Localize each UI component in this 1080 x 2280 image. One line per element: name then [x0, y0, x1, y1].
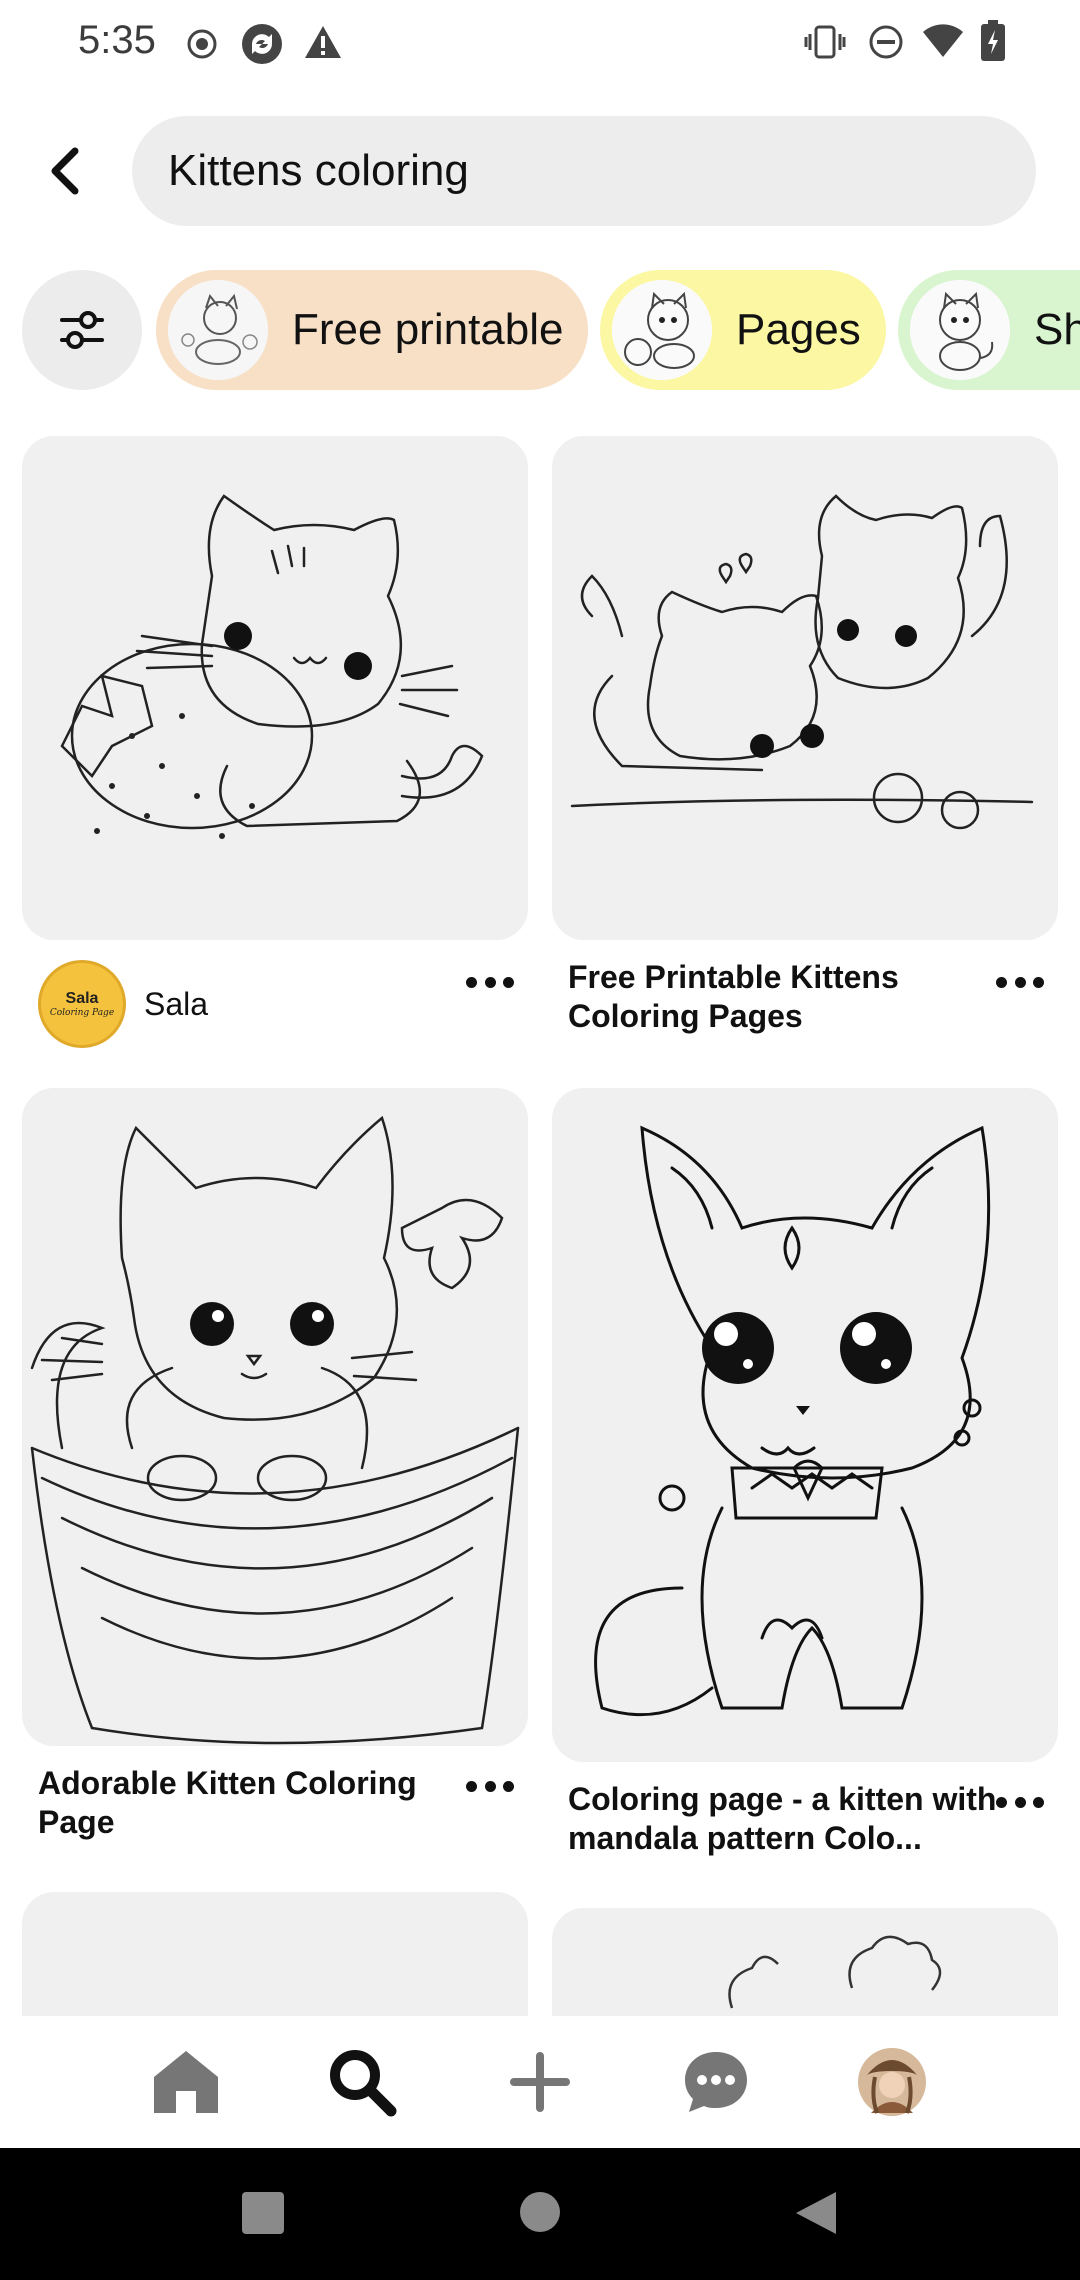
status-time: 5:35	[78, 18, 156, 62]
dot	[466, 976, 477, 988]
search-input[interactable]: Kittens coloring	[132, 116, 1036, 226]
battery-charging-icon	[980, 20, 1006, 67]
kitten-basket-illustration	[22, 1088, 528, 1746]
avatar-text: Sala	[65, 990, 99, 1007]
sync-icon	[240, 22, 284, 71]
author-avatar[interactable]: Sala Coloring Page	[38, 960, 126, 1048]
vibrate-icon	[804, 24, 846, 65]
back-triangle-icon	[796, 2192, 836, 2234]
two-kittens-illustration	[552, 436, 1058, 940]
dot	[1014, 1796, 1026, 1808]
more-options-button[interactable]	[460, 1766, 520, 1806]
chip-thumbnail	[612, 280, 712, 380]
chip-label: Free printable	[292, 305, 564, 354]
status-bar: 5:35	[0, 0, 1080, 88]
do-not-disturb-icon	[868, 24, 904, 65]
nav-messages[interactable]	[676, 2042, 756, 2122]
dot	[484, 1780, 496, 1792]
record-icon	[186, 28, 218, 65]
avatar-subtext: Coloring Page	[49, 1008, 115, 1018]
recents-button[interactable]	[242, 2192, 284, 2234]
chip-sh[interactable]: Sh	[898, 270, 1080, 390]
back-button[interactable]	[794, 2190, 838, 2236]
chip-label: Pages	[736, 305, 861, 354]
chevron-left-icon	[51, 147, 79, 195]
kitten-strawberry-illustration	[22, 436, 528, 940]
nav-home[interactable]	[146, 2042, 226, 2122]
nav-profile[interactable]	[852, 2042, 932, 2122]
warning-icon	[304, 24, 342, 65]
bottom-navigation	[0, 2016, 1080, 2148]
profile-avatar	[858, 2048, 926, 2116]
pin-title: Coloring page - a kitten with mandala pa…	[568, 1781, 997, 1856]
dot	[503, 976, 514, 988]
mandala-kitten-illustration	[552, 1088, 1058, 1762]
nav-search[interactable]	[322, 2042, 402, 2122]
create-icon	[510, 2052, 570, 2112]
sliders-icon	[60, 311, 104, 349]
home-icon	[154, 2051, 218, 2113]
pin-image-kitten-strawberry[interactable]	[22, 436, 528, 940]
dot	[996, 976, 1007, 988]
chip-label: Sh	[1034, 305, 1080, 354]
more-options-button[interactable]	[990, 962, 1050, 1002]
wifi-icon	[922, 24, 964, 63]
dot	[1014, 976, 1026, 988]
pin-title: Adorable Kitten Coloring Page	[38, 1765, 417, 1840]
search-icon	[330, 2050, 397, 2117]
pin-image-two-kittens[interactable]	[552, 436, 1058, 940]
chip-thumbnail	[168, 280, 268, 380]
chip-free-printable[interactable]: Free printable	[156, 270, 588, 390]
pin-image-kitten-basket[interactable]	[22, 1088, 528, 1746]
back-button[interactable]	[30, 136, 100, 206]
dot	[484, 976, 496, 988]
chip-pages[interactable]: Pages	[600, 270, 886, 390]
dot	[503, 1780, 514, 1792]
home-button[interactable]	[520, 2192, 560, 2232]
author-name[interactable]: Sala	[144, 986, 208, 1023]
pin-image-mandala-kitten[interactable]	[552, 1088, 1058, 1762]
dot	[1033, 1796, 1044, 1808]
messages-icon	[685, 2052, 747, 2112]
pin-title: Free Printable Kittens Coloring Pages	[568, 959, 899, 1034]
filter-chips-row: Free printable Pages Sh	[0, 268, 1080, 392]
filter-button[interactable]	[22, 270, 142, 390]
search-query: Kittens coloring	[168, 146, 469, 195]
more-options-button[interactable]	[990, 1782, 1050, 1822]
more-options-button[interactable]	[460, 962, 520, 1002]
nav-create[interactable]	[500, 2042, 580, 2122]
dot	[466, 1780, 477, 1792]
dot	[1033, 976, 1044, 988]
dot	[996, 1796, 1007, 1808]
chip-thumbnail	[910, 280, 1010, 380]
system-navigation-bar	[0, 2148, 1080, 2280]
